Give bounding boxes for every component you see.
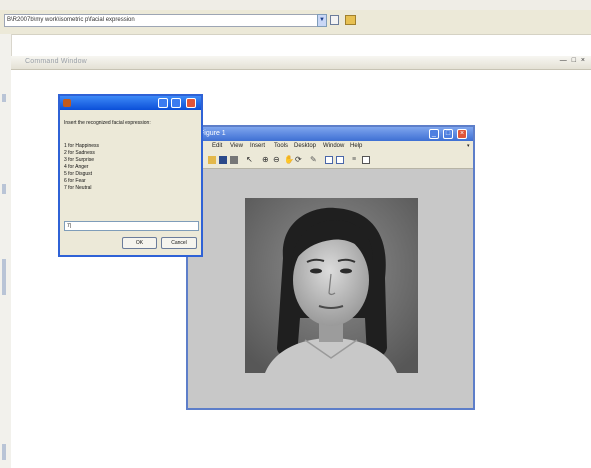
dialog-close-button[interactable] bbox=[186, 98, 196, 108]
menu-edit[interactable]: Edit bbox=[212, 143, 222, 149]
left-panel-marker bbox=[2, 184, 6, 194]
dialog-help-button[interactable] bbox=[171, 98, 181, 108]
expression-options: 1 for Happiness 2 for Sadness 3 for Surp… bbox=[64, 143, 99, 192]
open-file-icon[interactable] bbox=[208, 156, 216, 164]
menu-window[interactable]: Window bbox=[323, 143, 344, 149]
figure-maximize-button[interactable]: □ bbox=[443, 129, 453, 139]
left-panel-marker bbox=[2, 279, 6, 295]
show-plot-tools-icon[interactable] bbox=[362, 156, 370, 164]
minimize-icon[interactable]: — bbox=[560, 57, 567, 64]
figure-minimize-button[interactable]: _ bbox=[429, 129, 439, 139]
figure-window: Figure 1 _ □ × Edit View Insert Tools De… bbox=[186, 125, 475, 410]
figure-toolbar: ↖ ⊕ ⊖ ✋ ⟳ ✎ ≡ bbox=[188, 152, 473, 169]
up-folder-icon[interactable] bbox=[345, 15, 356, 25]
pan-icon[interactable]: ✋ bbox=[284, 156, 294, 164]
hide-plot-tools-icon[interactable]: ≡ bbox=[352, 156, 360, 164]
close-icon[interactable]: × bbox=[581, 57, 585, 64]
option-item: 3 for Surprise bbox=[64, 157, 95, 163]
figure-canvas bbox=[188, 169, 473, 408]
menu-desktop[interactable]: Desktop bbox=[294, 143, 316, 149]
matlab-icon bbox=[63, 99, 71, 107]
left-panel-marker bbox=[2, 94, 6, 102]
save-icon[interactable] bbox=[219, 156, 227, 164]
pointer-icon[interactable]: ↖ bbox=[246, 156, 254, 164]
rotate-icon[interactable]: ⟳ bbox=[295, 156, 303, 164]
command-window-title: Command Window bbox=[25, 58, 87, 65]
left-panel-marker bbox=[2, 444, 6, 460]
zoom-in-icon[interactable]: ⊕ bbox=[262, 156, 270, 164]
face-image bbox=[245, 198, 418, 373]
figure-close-button[interactable]: × bbox=[457, 129, 467, 139]
dialog-titlebar[interactable] bbox=[60, 96, 201, 110]
dialog-prompt: Insert the recognized facial expression: bbox=[64, 120, 151, 126]
left-panel-marker bbox=[2, 259, 6, 279]
zoom-out-icon[interactable]: ⊖ bbox=[273, 156, 281, 164]
legend-icon[interactable] bbox=[336, 156, 344, 164]
option-item: 1 for Happiness bbox=[64, 143, 100, 149]
current-folder-field[interactable]: B\R2007b\my work\isometric p\facial expr… bbox=[4, 14, 318, 27]
option-item: 2 for Sadness bbox=[64, 150, 95, 156]
figure-menubar: Edit View Insert Tools Desktop Window He… bbox=[188, 141, 473, 152]
input-dialog: Insert the recognized facial expression:… bbox=[58, 94, 203, 257]
expression-input[interactable]: 7| bbox=[64, 221, 199, 231]
menu-help[interactable]: Help bbox=[350, 143, 362, 149]
top-strip bbox=[0, 0, 591, 10]
command-window-titlebar: Command Window — □ × bbox=[11, 56, 591, 70]
option-item: 5 for Disgust bbox=[64, 171, 93, 177]
cancel-button[interactable]: Cancel bbox=[161, 237, 197, 249]
menu-tools[interactable]: Tools bbox=[274, 143, 288, 149]
option-item: 4 for Anger bbox=[64, 164, 89, 170]
figure-title: Figure 1 bbox=[200, 130, 226, 137]
option-item: 7 for Neutral bbox=[64, 185, 92, 191]
print-icon[interactable] bbox=[230, 156, 238, 164]
menu-insert[interactable]: Insert bbox=[250, 143, 265, 149]
data-cursor-icon[interactable]: ✎ bbox=[310, 156, 318, 164]
ok-button[interactable]: OK bbox=[122, 237, 157, 249]
command-window-controls: — □ × bbox=[557, 57, 585, 64]
option-item: 6 for Fear bbox=[64, 178, 86, 184]
dialog-minimize-button[interactable] bbox=[158, 98, 168, 108]
figure-titlebar[interactable]: Figure 1 _ □ × bbox=[188, 127, 473, 141]
maximize-icon[interactable]: □ bbox=[572, 57, 576, 64]
browse-folder-button[interactable] bbox=[330, 15, 339, 25]
menu-view[interactable]: View bbox=[230, 143, 243, 149]
folder-dropdown-button[interactable]: ▼ bbox=[317, 14, 327, 27]
menubar-overflow-icon[interactable]: ▾ bbox=[467, 143, 470, 149]
colorbar-icon[interactable] bbox=[325, 156, 333, 164]
